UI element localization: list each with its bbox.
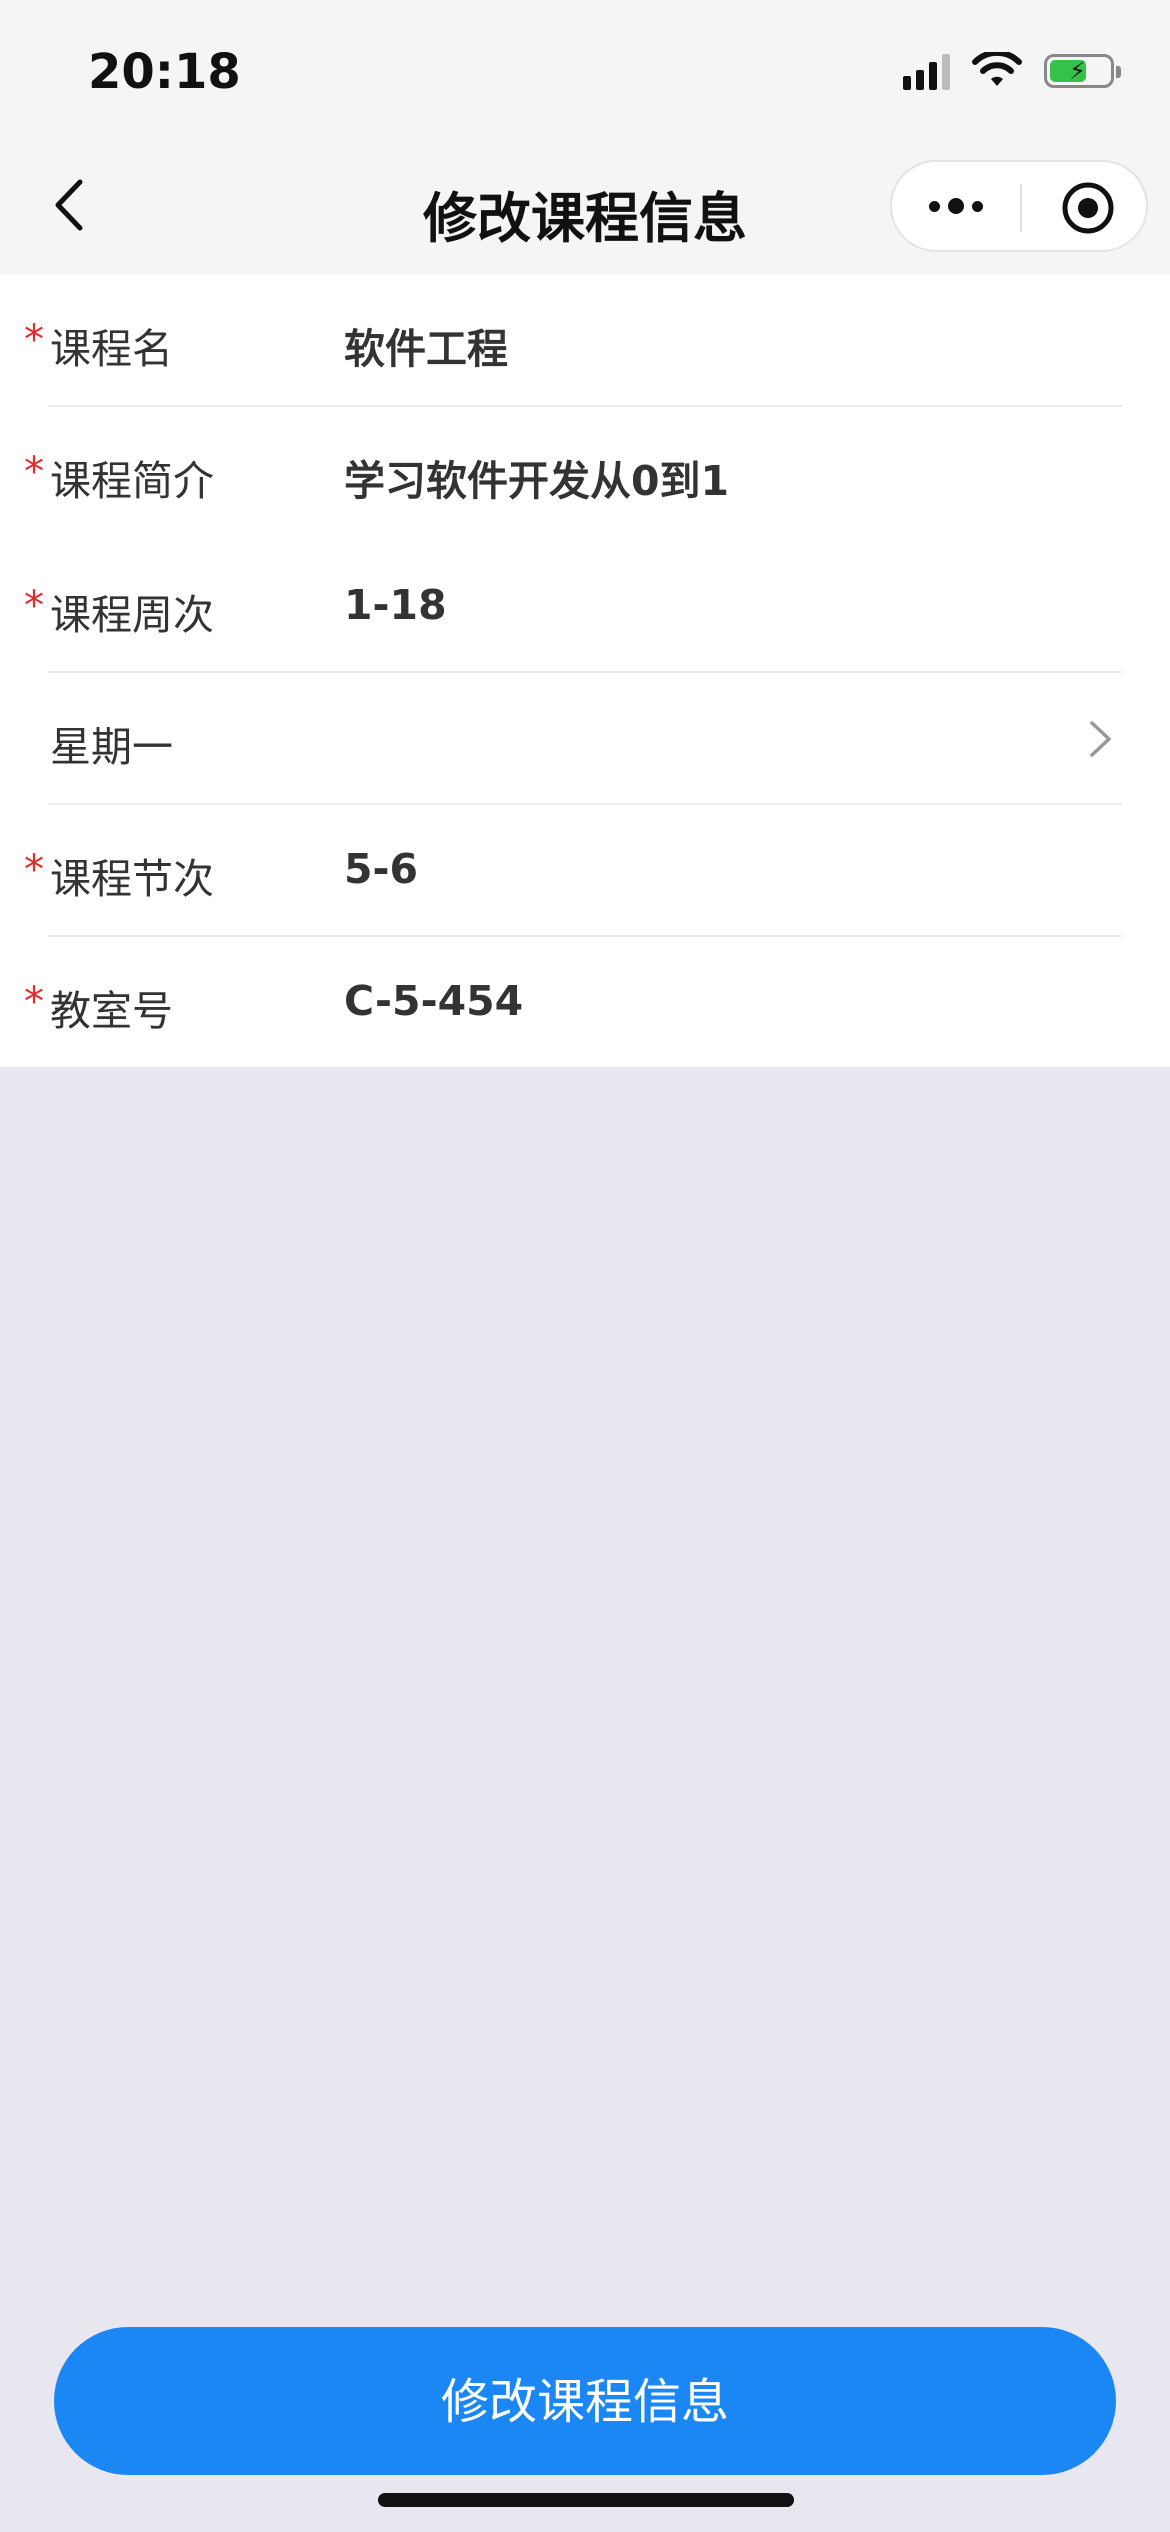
form-row-course-intro[interactable]: * 课程简介 学习软件开发从0到1 — [0, 407, 1170, 539]
required-star: * — [24, 317, 44, 363]
form-row-course-name[interactable]: * 课程名 软件工程 — [0, 275, 1170, 407]
course-intro-value[interactable]: 学习软件开发从0到1 — [344, 447, 729, 507]
status-bar: 20:18 ⚡ — [0, 0, 1170, 140]
required-star: * — [24, 449, 44, 495]
close-target-icon[interactable] — [1060, 180, 1116, 236]
more-icon[interactable] — [922, 176, 990, 236]
course-intro-label: 课程简介 — [50, 457, 214, 505]
form-row-course-weeks[interactable]: * 课程周次 1-18 — [0, 541, 1170, 673]
required-star: * — [24, 847, 44, 893]
required-star: * — [24, 583, 44, 629]
home-indicator — [378, 2493, 794, 2507]
course-name-value[interactable]: 软件工程 — [344, 315, 508, 375]
classroom-value[interactable]: C-5-454 — [344, 977, 523, 1025]
capsule-divider — [1020, 184, 1022, 232]
battery-icon: ⚡ — [1044, 54, 1121, 88]
course-name-label: 课程名 — [50, 325, 173, 373]
signal-icon — [903, 52, 950, 90]
course-periods-value[interactable]: 5-6 — [344, 845, 418, 893]
course-weeks-label: 课程周次 — [50, 591, 214, 639]
status-icons: ⚡ — [903, 52, 1121, 90]
form-row-weekday[interactable]: 星期一 — [0, 673, 1170, 805]
classroom-label: 教室号 — [50, 987, 173, 1035]
required-star: * — [24, 979, 44, 1025]
wifi-icon — [972, 52, 1022, 86]
course-form: * 课程名 软件工程 * 课程简介 学习软件开发从0到1 * 课程周次 1-18… — [0, 275, 1170, 1067]
form-row-course-periods[interactable]: * 课程节次 5-6 — [0, 805, 1170, 937]
form-row-classroom[interactable]: * 教室号 C-5-454 — [0, 937, 1170, 1069]
nav-bar: 修改课程信息 — [0, 140, 1170, 275]
chevron-right-icon — [1090, 721, 1111, 757]
course-periods-label: 课程节次 — [50, 855, 214, 903]
menu-capsule — [890, 160, 1148, 252]
course-weeks-value[interactable]: 1-18 — [344, 581, 447, 629]
weekday-label: 星期一 — [50, 723, 173, 771]
submit-button[interactable]: 修改课程信息 — [54, 2327, 1116, 2475]
status-time: 20:18 — [88, 44, 241, 100]
